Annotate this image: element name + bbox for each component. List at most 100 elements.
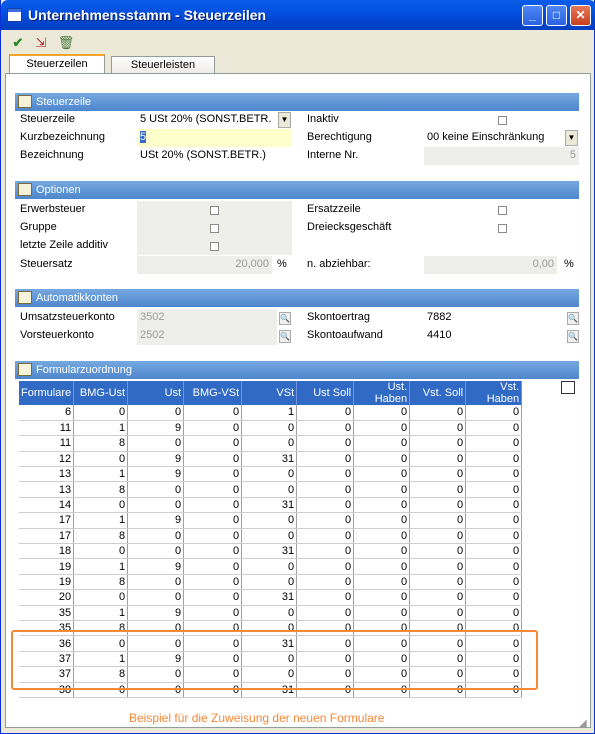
table-row[interactable]: 17 8 0 0 0 0 0 0 0 bbox=[19, 528, 523, 545]
table-cell[interactable]: 1 bbox=[73, 558, 129, 575]
table-cell[interactable]: 31 bbox=[241, 497, 298, 514]
table-cell[interactable]: 0 bbox=[353, 497, 411, 514]
table-cell[interactable]: 0 bbox=[353, 512, 411, 529]
table-row[interactable]: 35 1 9 0 0 0 0 0 0 bbox=[19, 605, 523, 621]
table-cell[interactable]: 0 bbox=[183, 605, 243, 621]
tab-steuerzeilen[interactable]: Steuerzeilen bbox=[9, 54, 105, 74]
table-cell[interactable]: 1 bbox=[241, 405, 298, 421]
table-cell[interactable]: 0 bbox=[183, 497, 243, 514]
table-cell[interactable]: 0 bbox=[353, 481, 411, 498]
table-cell[interactable]: 17 bbox=[19, 528, 75, 545]
berechtigung-select[interactable]: 00 keine Einschränkung bbox=[424, 129, 565, 147]
dreiecksgeschaeft-checkbox[interactable] bbox=[498, 224, 507, 233]
table-cell[interactable]: 0 bbox=[241, 605, 298, 621]
table-cell[interactable]: 0 bbox=[183, 405, 243, 421]
table-cell[interactable]: 0 bbox=[353, 574, 411, 591]
column-header[interactable]: Ust. Haben bbox=[353, 381, 411, 405]
table-cell[interactable]: 0 bbox=[465, 543, 523, 560]
table-cell[interactable]: 0 bbox=[183, 543, 243, 560]
table-cell[interactable]: 0 bbox=[353, 435, 411, 452]
kurzbezeichnung-input[interactable]: 5 bbox=[137, 129, 292, 147]
table-cell[interactable]: 0 bbox=[409, 574, 467, 591]
table-cell[interactable]: 0 bbox=[465, 497, 523, 514]
steuerzeile-select[interactable]: 5 USt 20% (SONST.BETR. bbox=[137, 111, 278, 129]
table-cell[interactable]: 0 bbox=[296, 528, 355, 545]
table-cell[interactable]: 0 bbox=[73, 497, 129, 514]
table-cell[interactable]: 0 bbox=[409, 435, 467, 452]
berechtigung-dropdown-icon[interactable]: ▼ bbox=[565, 130, 578, 146]
column-header[interactable]: Ust Soll bbox=[296, 381, 355, 405]
tab-steuerleisten[interactable]: Steuerleisten bbox=[111, 56, 215, 74]
table-cell[interactable]: 0 bbox=[465, 405, 523, 421]
umsatzsteuerkonto-search-icon[interactable]: 🔍 bbox=[279, 312, 291, 325]
table-cell[interactable]: 12 bbox=[19, 451, 75, 468]
delete-icon[interactable]: 🗑 bbox=[57, 34, 75, 51]
table-cell[interactable]: 0 bbox=[409, 589, 467, 606]
column-header[interactable]: Formulare bbox=[19, 381, 75, 405]
nicht-abziehbar-input[interactable]: 0,00 bbox=[424, 256, 557, 274]
table-cell[interactable]: 0 bbox=[127, 435, 185, 452]
table-cell[interactable]: 19 bbox=[19, 558, 75, 575]
table-cell[interactable]: 0 bbox=[409, 481, 467, 498]
column-header[interactable]: Vst. Haben bbox=[465, 381, 523, 405]
table-cell[interactable]: 0 bbox=[73, 451, 129, 468]
minimize-button[interactable]: _ bbox=[522, 5, 543, 26]
table-cell[interactable]: 0 bbox=[183, 512, 243, 529]
vorsteuerkonto-input[interactable]: 2502 bbox=[137, 327, 277, 345]
table-cell[interactable]: 11 bbox=[19, 435, 75, 452]
table-cell[interactable]: 8 bbox=[73, 435, 129, 452]
table-cell[interactable]: 0 bbox=[353, 451, 411, 468]
close-button[interactable]: ✕ bbox=[570, 5, 591, 26]
table-cell[interactable]: 1 bbox=[73, 605, 129, 621]
table-cell[interactable]: 0 bbox=[353, 589, 411, 606]
table-cell[interactable]: 31 bbox=[241, 589, 298, 606]
table-cell[interactable]: 0 bbox=[241, 574, 298, 591]
table-cell[interactable]: 31 bbox=[241, 451, 298, 468]
table-cell[interactable]: 8 bbox=[73, 574, 129, 591]
table-cell[interactable]: 0 bbox=[127, 574, 185, 591]
steuerzeile-dropdown-icon[interactable]: ▼ bbox=[278, 112, 291, 128]
skontoaufwand-search-icon[interactable]: 🔍 bbox=[567, 330, 579, 343]
table-cell[interactable]: 0 bbox=[241, 558, 298, 575]
table-cell[interactable]: 0 bbox=[296, 466, 355, 483]
table-cell[interactable]: 0 bbox=[353, 466, 411, 483]
check-icon[interactable]: ✔ bbox=[9, 34, 27, 51]
table-cell[interactable]: 0 bbox=[127, 481, 185, 498]
table-cell[interactable]: 0 bbox=[296, 512, 355, 529]
table-cell[interactable]: 0 bbox=[353, 528, 411, 545]
table-cell[interactable]: 9 bbox=[127, 558, 185, 575]
table-cell[interactable]: 0 bbox=[183, 589, 243, 606]
table-cell[interactable]: 0 bbox=[353, 558, 411, 575]
table-cell[interactable]: 0 bbox=[73, 589, 129, 606]
table-cell[interactable]: 1 bbox=[73, 512, 129, 529]
table-cell[interactable]: 0 bbox=[241, 420, 298, 437]
table-cell[interactable]: 0 bbox=[241, 528, 298, 545]
exit-icon[interactable]: ⇲ bbox=[32, 34, 50, 51]
table-cell[interactable]: 0 bbox=[409, 605, 467, 621]
table-cell[interactable]: 0 bbox=[465, 558, 523, 575]
column-header[interactable]: Vst. Soll bbox=[409, 381, 467, 405]
table-cell[interactable]: 0 bbox=[183, 481, 243, 498]
skontoertrag-search-icon[interactable]: 🔍 bbox=[567, 312, 579, 325]
table-cell[interactable]: 13 bbox=[19, 481, 75, 498]
erwerbsteuer-checkbox[interactable] bbox=[210, 206, 219, 215]
table-cell[interactable]: 0 bbox=[183, 574, 243, 591]
maximize-button[interactable]: □ bbox=[546, 5, 567, 26]
table-cell[interactable]: 0 bbox=[353, 605, 411, 621]
table-cell[interactable]: 0 bbox=[183, 466, 243, 483]
table-cell[interactable]: 0 bbox=[296, 605, 355, 621]
table-cell[interactable]: 0 bbox=[183, 451, 243, 468]
vorsteuerkonto-search-icon[interactable]: 🔍 bbox=[279, 330, 291, 343]
table-cell[interactable]: 0 bbox=[127, 528, 185, 545]
table-row[interactable]: 11 1 9 0 0 0 0 0 0 bbox=[19, 420, 523, 437]
table-cell[interactable]: 0 bbox=[127, 589, 185, 606]
table-cell[interactable]: 14 bbox=[19, 497, 75, 514]
table-cell[interactable]: 0 bbox=[296, 481, 355, 498]
table-cell[interactable]: 0 bbox=[353, 420, 411, 437]
table-cell[interactable]: 0 bbox=[465, 589, 523, 606]
table-cell[interactable]: 0 bbox=[465, 528, 523, 545]
table-cell[interactable]: 19 bbox=[19, 574, 75, 591]
ersatzzeile-checkbox[interactable] bbox=[498, 206, 507, 215]
table-cell[interactable]: 0 bbox=[409, 466, 467, 483]
table-cell[interactable]: 0 bbox=[353, 543, 411, 560]
